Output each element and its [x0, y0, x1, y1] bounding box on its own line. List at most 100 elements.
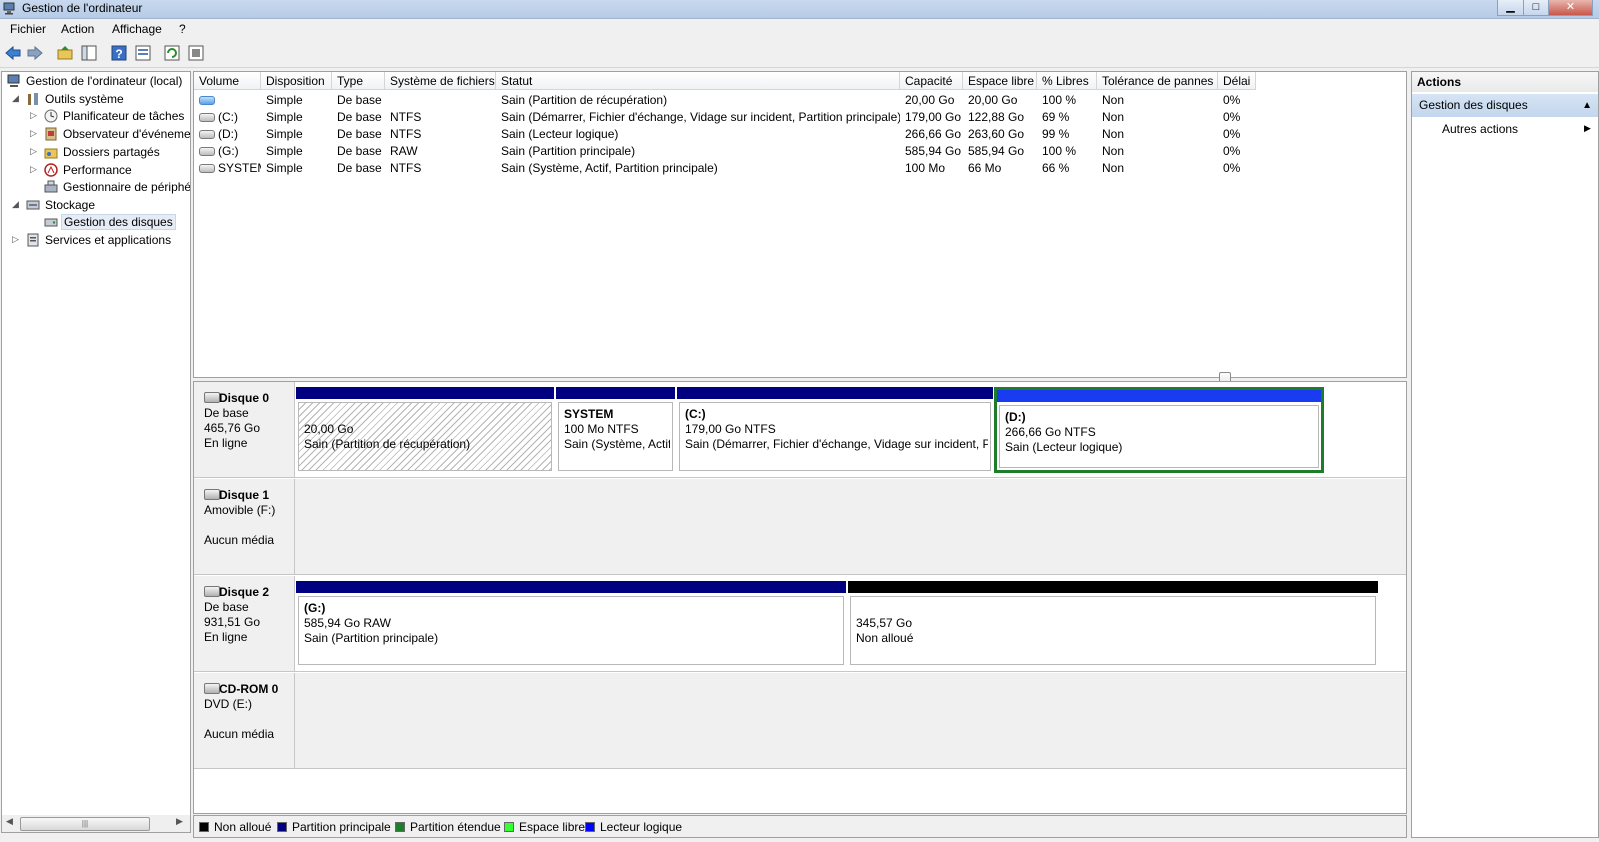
volume-cell: (D:): [199, 127, 261, 141]
volume-cell: De base: [337, 110, 382, 124]
disk-icon: [204, 489, 220, 500]
partition-block[interactable]: (D:) 266,66 Go NTFS Sain (Lecteur logique): [994, 387, 1324, 473]
volume-cell: Simple: [266, 110, 303, 124]
back-icon[interactable]: [4, 44, 22, 62]
volume-cell: Sain (Lecteur logique): [501, 127, 619, 141]
volume-cell: 0%: [1223, 127, 1241, 141]
volume-cell: 66 Mo: [968, 161, 1002, 175]
services-icon: [27, 233, 39, 247]
device-manager-icon: [44, 180, 58, 193]
tree-item-performance[interactable]: ▷ Performance: [30, 162, 190, 179]
partition-block[interactable]: 345,57 Go Non alloué: [848, 581, 1378, 667]
tree-horizontal-scrollbar[interactable]: ◀ ||| ▶: [1, 815, 191, 833]
scroll-left-icon[interactable]: ◀: [6, 816, 13, 827]
close-button[interactable]: ✕: [1548, 0, 1593, 16]
column-header-free-space[interactable]: Espace libre: [963, 72, 1037, 90]
column-header-overhead[interactable]: Délai: [1218, 72, 1256, 90]
partition-block[interactable]: SYSTEM 100 Mo NTFS Sain (Système, Actif,: [556, 387, 675, 473]
tree-item-gestionnaire-peripheriques[interactable]: Gestionnaire de périphé: [30, 179, 190, 196]
disk-info: Amovible (F:): [204, 503, 276, 517]
volume-cell: Non: [1102, 144, 1125, 158]
menu-help[interactable]: ?: [179, 22, 186, 36]
actions-section-gestion-disques[interactable]: Gestion des disques ▲: [1412, 94, 1598, 117]
partition-status: Sain (Partition de récupération): [304, 437, 471, 451]
expand-arrow-icon[interactable]: ▷: [30, 146, 40, 157]
partition-status: Sain (Partition principale): [304, 631, 439, 645]
maximize-button[interactable]: □: [1523, 0, 1549, 16]
volume-row[interactable]: (D:) Simple De base NTFS Sain (Lecteur logiq…: [194, 126, 1374, 143]
drive-icon: [199, 113, 215, 123]
partition-status: Sain (Système, Actif,: [564, 437, 670, 451]
disk-row: Disque 0 De base 465,76 Go En ligne 20,00 Go…: [194, 382, 1406, 478]
column-header-filesystem[interactable]: Système de fichiers: [385, 72, 496, 90]
disk-management-icon: [44, 218, 58, 227]
menu-action[interactable]: Action: [61, 22, 94, 36]
volume-cell: 122,88 Go: [968, 110, 1025, 124]
show-hide-tree-icon[interactable]: [80, 44, 98, 62]
tree-item-root[interactable]: Gestion de l'ordinateur (local): [6, 73, 190, 90]
autres-actions-item[interactable]: Autres actions: [1442, 122, 1518, 136]
partition-block[interactable]: (G:) 585,94 Go RAW Sain (Partition princip…: [296, 581, 846, 667]
refresh-icon[interactable]: [163, 44, 181, 62]
disk-label[interactable]: Disque 0 De base 465,76 Go En ligne: [194, 382, 295, 477]
disk-label[interactable]: CD-ROM 0 DVD (E:) Aucun média: [194, 673, 295, 768]
column-header-capacity[interactable]: Capacité: [900, 72, 963, 90]
partition-body: (G:) 585,94 Go RAW Sain (Partition princip…: [298, 596, 844, 665]
column-header-status[interactable]: Statut: [496, 72, 900, 90]
expand-arrow-icon[interactable]: ▷: [30, 128, 40, 139]
tree-item-dossiers-partages[interactable]: ▷ Dossiers partagés: [30, 144, 190, 161]
volume-row[interactable]: SYSTEM Simple De base NTFS Sain (Système, Ac…: [194, 160, 1374, 177]
column-header-volume[interactable]: Volume: [194, 72, 261, 90]
tree-item-services-applications[interactable]: ▷ Services et applications: [12, 232, 190, 249]
partition-block[interactable]: (C:) 179,00 Go NTFS Sain (Démarrer, Fichie…: [677, 387, 993, 473]
disk-name: CD-ROM 0: [219, 682, 279, 696]
tree-item-label: Performance: [63, 163, 132, 177]
volume-row[interactable]: (G:) Simple De base RAW Sain (Partition prin…: [194, 143, 1374, 160]
collapse-arrow-icon[interactable]: ▲: [1582, 94, 1592, 117]
column-header-percent-free[interactable]: % Libres: [1037, 72, 1097, 90]
volume-row[interactable]: (C:) Simple De base NTFS Sain (Démarrer, Fic…: [194, 109, 1374, 126]
minimize-button[interactable]: ▁: [1497, 0, 1524, 16]
export-icon[interactable]: [187, 44, 205, 62]
column-header-fault-tolerance[interactable]: Tolérance de pannes: [1097, 72, 1218, 90]
forward-icon[interactable]: [26, 44, 44, 62]
expand-arrow-icon[interactable]: ▷: [30, 164, 40, 175]
properties-icon[interactable]: [134, 44, 152, 62]
tree-item-observateur[interactable]: ▷ Observateur d'événeme: [30, 126, 190, 143]
legend-label: Partition étendue: [410, 820, 501, 834]
disk-label[interactable]: Disque 1 Amovible (F:) Aucun média: [194, 479, 295, 574]
volume-cell: Simple: [266, 161, 303, 175]
expand-arrow-icon[interactable]: ▷: [12, 234, 22, 245]
legend-swatch: [395, 822, 405, 832]
autres-actions-label: Autres actions: [1442, 122, 1519, 136]
partition-block[interactable]: 20,00 Go Sain (Partition de récupération): [296, 387, 554, 473]
tree-item-planificateur[interactable]: ▷ Planificateur de tâches: [30, 108, 190, 125]
legend-item: Lecteur logique: [585, 820, 682, 834]
disk-label[interactable]: Disque 2 De base 931,51 Go En ligne: [194, 576, 295, 671]
tree-item-stockage[interactable]: ◢ Stockage: [12, 197, 190, 214]
tree-item-gestion-disques[interactable]: Gestion des disques: [30, 214, 190, 231]
computer-management-icon: [3, 2, 15, 15]
menu-affichage[interactable]: Affichage: [112, 22, 162, 36]
volume-cell: 20,00 Go: [905, 93, 955, 107]
scroll-thumb[interactable]: |||: [20, 817, 150, 831]
collapse-arrow-icon[interactable]: ◢: [12, 199, 22, 210]
volume-name: (C:): [218, 110, 238, 124]
tree-item-label: Observateur d'événeme: [63, 127, 190, 141]
scroll-right-icon[interactable]: ▶: [176, 816, 183, 827]
cdrom-icon: [204, 683, 220, 694]
expand-arrow-icon[interactable]: ▷: [30, 110, 40, 121]
help-icon[interactable]: ?: [110, 44, 128, 62]
legend-swatch: [277, 822, 287, 832]
partition-body: (D:) 266,66 Go NTFS Sain (Lecteur logique): [999, 405, 1319, 468]
tree-item-outils-systeme[interactable]: ◢ Outils système: [12, 91, 190, 108]
column-header-type[interactable]: Type: [332, 72, 385, 90]
up-folder-icon[interactable]: [56, 44, 74, 62]
volume-row[interactable]: Simple De base Sain (Partition de récupéra…: [194, 92, 1374, 109]
legend-label: Non alloué: [214, 820, 272, 834]
legend-label: Espace libre: [519, 820, 586, 834]
collapse-arrow-icon[interactable]: ◢: [12, 93, 22, 104]
disk-name: Disque 1: [219, 488, 270, 502]
column-header-disposition[interactable]: Disposition: [261, 72, 332, 90]
menu-fichier[interactable]: Fichier: [10, 22, 46, 36]
